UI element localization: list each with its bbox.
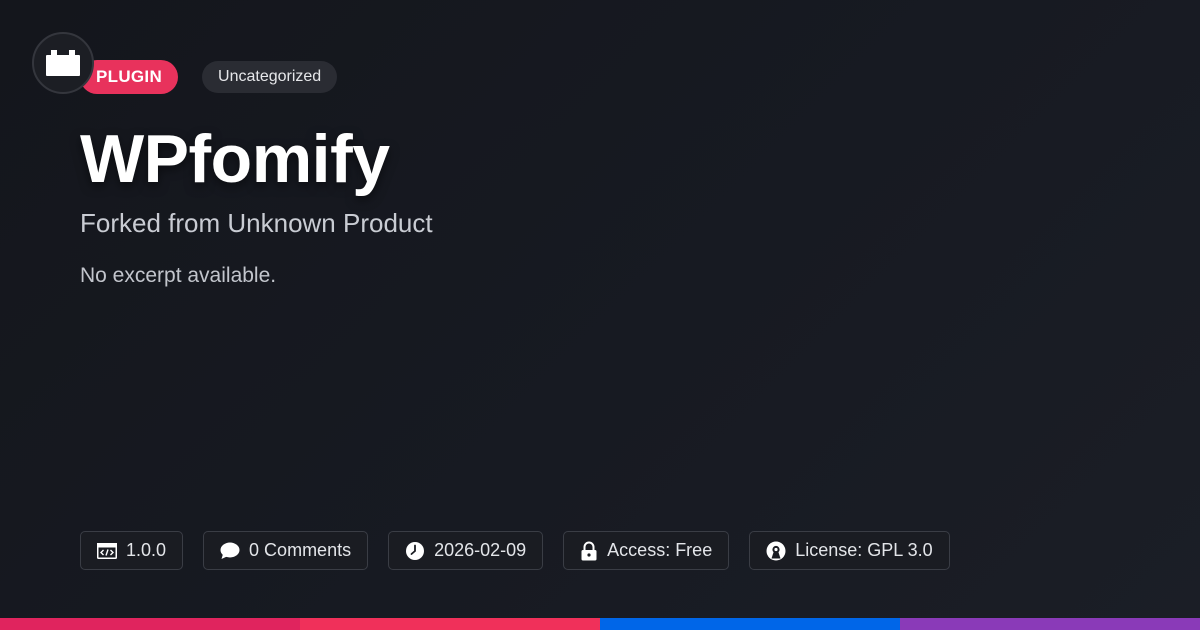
open-source-icon	[766, 541, 786, 560]
tag-row: PLUGIN Uncategorized	[80, 60, 338, 94]
category-tag[interactable]: Uncategorized	[202, 61, 338, 93]
code-icon	[97, 542, 117, 559]
version-pill: 1.0.0	[80, 531, 184, 570]
lock-icon	[581, 541, 597, 560]
clock-icon	[406, 541, 425, 560]
stripe-segment-4	[900, 618, 1200, 630]
comments-label: 0 Comments	[249, 540, 352, 560]
access-pill: Access: Free	[563, 531, 730, 570]
color-stripe	[0, 618, 1200, 630]
date-pill: 2026-02-09	[388, 531, 544, 570]
page-title: WPfomify	[80, 121, 390, 197]
access-label: Access: Free	[607, 540, 713, 560]
comments-pill[interactable]: 0 Comments	[203, 531, 369, 570]
comment-icon	[220, 542, 240, 559]
stripe-segment-1	[0, 618, 300, 630]
plugin-logo	[32, 32, 94, 94]
license-pill: License: GPL 3.0	[749, 531, 950, 570]
plug-icon	[46, 50, 80, 76]
type-tag[interactable]: PLUGIN	[80, 60, 179, 94]
license-label: License: GPL 3.0	[795, 540, 933, 560]
excerpt: No excerpt available.	[80, 264, 277, 287]
date-label: 2026-02-09	[434, 540, 527, 560]
subtitle: Forked from Unknown Product	[80, 208, 433, 238]
stripe-segment-3	[600, 618, 900, 630]
meta-row: 1.0.0 0 Comments 2026-02-09 Access: Free	[80, 531, 950, 570]
version-label: 1.0.0	[126, 540, 167, 560]
stripe-segment-2	[300, 618, 600, 630]
